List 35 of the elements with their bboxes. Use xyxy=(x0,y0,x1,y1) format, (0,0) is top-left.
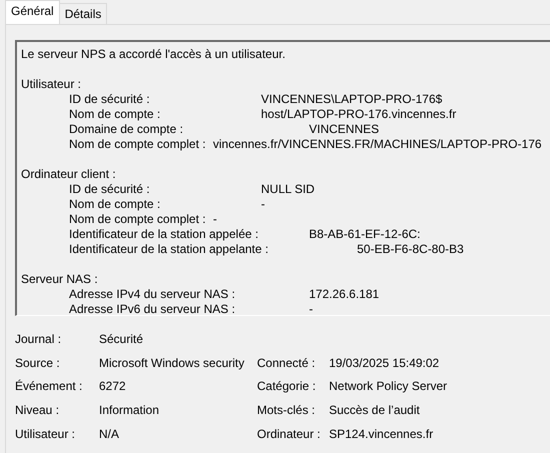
property-value: Succès de l’audit xyxy=(329,402,421,417)
property-label: Niveau : xyxy=(15,402,60,417)
description-message: Le serveur NPS a accordé l'accès à un utilisateur. xyxy=(21,47,286,62)
property-label: Ordinateur : xyxy=(257,426,322,441)
description-line: Nom de compte : - xyxy=(68,197,266,212)
property-value: Network Policy Server xyxy=(329,379,448,394)
description-line: Identificateur de la station appelée : B8-AB-61-EF-12-6C: xyxy=(68,227,422,242)
property-label: Utilisateur : xyxy=(15,426,76,441)
tab[interactable]: Détails xyxy=(58,3,108,24)
property-value: SP124.vincennes.fr xyxy=(329,426,434,441)
property-value: 6272 xyxy=(99,379,127,394)
property-label: Catégorie : xyxy=(257,379,317,394)
description-line: Domaine de compte : VINCENNES xyxy=(68,122,380,137)
description-line: Nom de compte : host/LAPTOP-PRO-176.vincennes.fr xyxy=(68,107,458,122)
section-heading: Utilisateur : xyxy=(21,77,82,92)
description-line: Adresse IPv6 du serveur NAS : - xyxy=(68,302,314,317)
description-line: ID de sécurité : VINCENNES\LAPTOP-PRO-176$ xyxy=(68,92,444,107)
property-value: N/A xyxy=(99,426,120,441)
property-value: Microsoft Windows security xyxy=(99,356,246,370)
property-label: Journal : xyxy=(15,332,62,346)
property-value: Information xyxy=(99,402,160,417)
description-line: Identificateur de la station appelante : 50-EB-F6-8C-80-B3 xyxy=(68,242,465,257)
property-label: Connecté : xyxy=(257,356,316,370)
property-value: 19/03/2025 15:49:02 xyxy=(329,356,440,370)
description-line: Nom de compte complet : - xyxy=(68,212,218,227)
description-line: Nom de compte complet : vincennes.fr/VINCENNES.FR/MACHINES/LAPTOP-PRO-176 xyxy=(68,137,543,152)
section-heading: Serveur NAS : xyxy=(21,272,99,287)
description-line: ID de sécurité : NULL SID xyxy=(68,182,316,197)
description-line: Adresse IPv4 du serveur NAS : 172.26.6.181 xyxy=(68,287,380,302)
property-label: Mots-clés : xyxy=(257,402,316,417)
property-label: Source : xyxy=(15,356,61,370)
property-value: Sécurité xyxy=(99,332,144,346)
section-heading: Ordinateur client : xyxy=(21,167,117,182)
tab[interactable]: Général xyxy=(5,0,60,24)
property-label: Événement : xyxy=(15,379,84,394)
